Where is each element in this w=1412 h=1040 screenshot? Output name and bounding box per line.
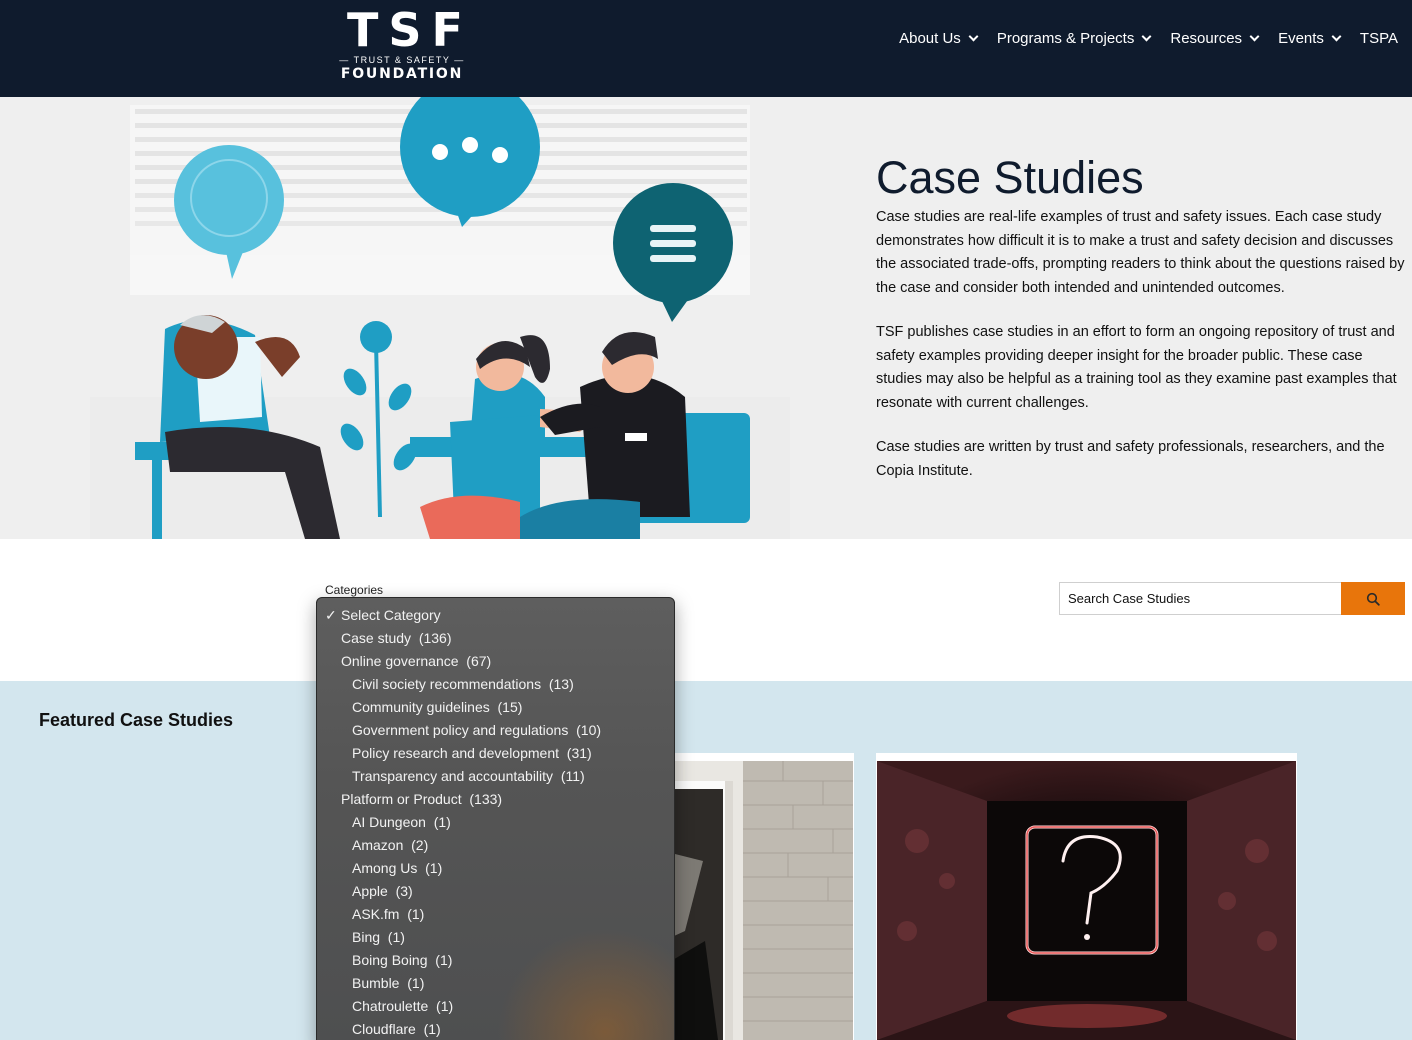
checkmark-icon: ✓: [325, 607, 337, 623]
category-option-platform-or-product[interactable]: Platform or Product (133): [317, 788, 674, 811]
chevron-down-icon: [1331, 31, 1342, 42]
main-nav: About Us Programs & Projects Resources E…: [879, 30, 1398, 47]
categories-dropdown-menu[interactable]: ✓ Select Category Case study (136) Online…: [316, 597, 675, 1040]
category-option-amazon[interactable]: Amazon (2): [317, 834, 674, 857]
category-option-online-governance[interactable]: Online governance (67): [317, 650, 674, 673]
category-option-label: Online governance (67): [341, 653, 492, 669]
category-option-community-guidelines[interactable]: Community guidelines (15): [317, 696, 674, 719]
category-option-label: Cloudflare (1): [352, 1021, 441, 1037]
category-option-chatroulette[interactable]: Chatroulette (1): [317, 995, 674, 1018]
nav-item-programs-projects[interactable]: Programs & Projects: [996, 30, 1152, 47]
case-study-card[interactable]: [876, 753, 1297, 1040]
category-option-government-policy[interactable]: Government policy and regulations (10): [317, 719, 674, 742]
category-option-label: Among Us (1): [352, 860, 443, 876]
question-mark-tunnel-image: [877, 761, 1296, 1040]
site-header: TSF — TRUST & SAFETY — FOUNDATION About …: [0, 0, 1412, 97]
nav-item-label: About Us: [899, 30, 961, 47]
hero-paragraph: TSF publishes case studies in an effort …: [876, 324, 1397, 411]
chevron-down-icon: [1249, 31, 1260, 42]
nav-item-events[interactable]: Events: [1278, 30, 1342, 47]
categories-label: Categories: [325, 583, 384, 597]
category-option-label: Platform or Product (133): [341, 791, 503, 807]
category-option-label: Case study (136): [341, 630, 452, 646]
tsf-logo[interactable]: TSF — TRUST & SAFETY — FOUNDATION: [339, 6, 465, 84]
category-option-label: Boing Boing (1): [352, 952, 453, 968]
logo-name: FOUNDATION: [340, 66, 464, 82]
nav-item-label: Resources: [1170, 30, 1243, 47]
broken-window-image: [663, 761, 853, 1040]
category-option-label: Civil society recommendations (13): [352, 676, 574, 692]
category-option-case-study[interactable]: Case study (136): [317, 627, 674, 650]
logo-tagline: — TRUST & SAFETY —: [339, 55, 465, 65]
hero-paragraph: Case studies are real-life examples of t…: [876, 209, 1405, 296]
search-form: [1059, 582, 1405, 615]
category-option-ai-dungeon[interactable]: AI Dungeon (1): [317, 811, 674, 834]
category-option-list: ✓ Select Category Case study (136) Online…: [317, 598, 674, 1040]
category-option-among-us[interactable]: Among Us (1): [317, 857, 674, 880]
search-input[interactable]: [1059, 582, 1342, 615]
hero-section: Case Studies Case studies are real-life …: [0, 97, 1412, 539]
category-option-transparency[interactable]: Transparency and accountability (11): [317, 765, 674, 788]
category-option-label: Transparency and accountability (11): [352, 768, 585, 784]
case-study-card[interactable]: [662, 753, 854, 1040]
category-option-select-category[interactable]: ✓ Select Category: [317, 604, 674, 627]
nav-item-label: Events: [1278, 30, 1324, 47]
featured-title: Featured Case Studies: [39, 710, 234, 730]
search-icon: [1366, 592, 1380, 606]
category-option-policy-research[interactable]: Policy research and development (31): [317, 742, 674, 765]
nav-item-tspa[interactable]: TSPA: [1360, 30, 1398, 47]
featured-section: Featured Case Studies: [0, 681, 1412, 1040]
category-option-label: ASK.fm (1): [352, 906, 425, 922]
category-option-label: Government policy and regulations (10): [352, 722, 602, 738]
category-option-label: AI Dungeon (1): [352, 814, 451, 830]
hero-paragraph: Case studies are written by trust and sa…: [876, 439, 1385, 479]
category-option-label: Bing (1): [352, 929, 405, 945]
nav-item-label: Programs & Projects: [996, 30, 1135, 47]
chevron-down-icon: [968, 31, 979, 42]
category-option-label: Amazon (2): [352, 837, 429, 853]
nav-item-resources[interactable]: Resources: [1170, 30, 1260, 47]
page-title: Case Studies: [876, 152, 1144, 203]
nav-item-label: TSPA: [1359, 30, 1398, 47]
category-option-label: Bumble (1): [352, 975, 425, 991]
search-button[interactable]: [1341, 582, 1405, 615]
category-option-label: Community guidelines (15): [352, 699, 523, 715]
category-option-bumble[interactable]: Bumble (1): [317, 972, 674, 995]
chevron-down-icon: [1141, 31, 1152, 42]
hero-text: Case Studies Case studies are real-life …: [876, 152, 1406, 504]
category-option-boing-boing[interactable]: Boing Boing (1): [317, 949, 674, 972]
category-option-bing[interactable]: Bing (1): [317, 926, 674, 949]
category-option-cloudflare[interactable]: Cloudflare (1): [317, 1018, 674, 1040]
logo-mark: TSF: [347, 3, 473, 57]
category-option-label: Policy research and development (31): [352, 745, 592, 761]
category-option-apple[interactable]: Apple (3): [317, 880, 674, 903]
conversation-illustration: [90, 97, 790, 539]
category-option-label: Apple (3): [352, 883, 413, 899]
category-option-civil-society-recommendations[interactable]: Civil society recommendations (13): [317, 673, 674, 696]
category-option-label: Select Category: [341, 607, 441, 623]
nav-item-about-us[interactable]: About Us: [899, 30, 979, 47]
category-option-label: Chatroulette (1): [352, 998, 454, 1014]
category-option-askfm[interactable]: ASK.fm (1): [317, 903, 674, 926]
